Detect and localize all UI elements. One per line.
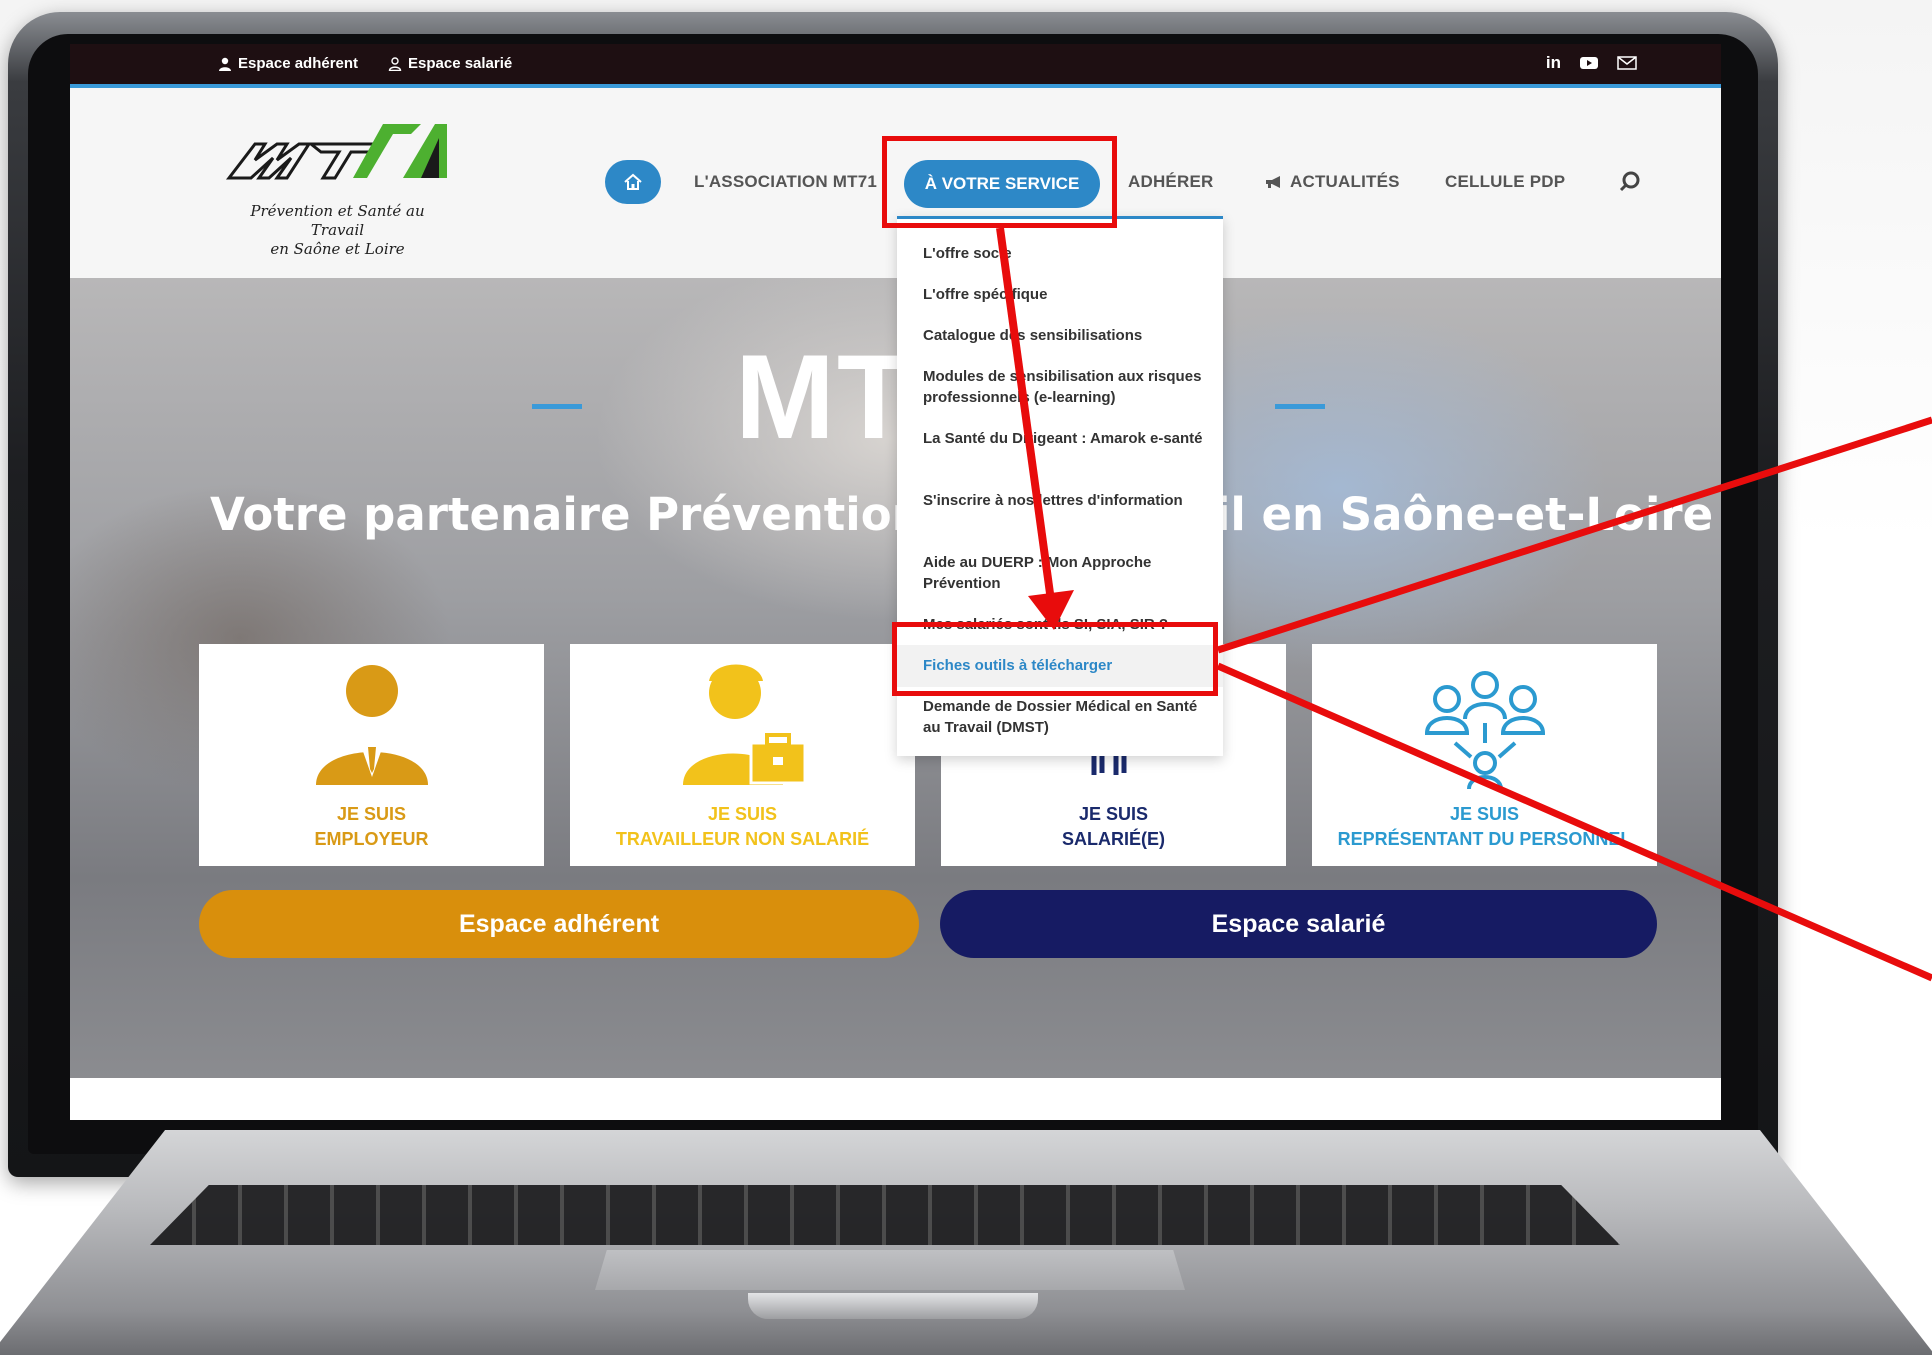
user-outline-icon — [388, 56, 402, 71]
dropdown-item-dmst[interactable]: Demande de Dossier Médical en Santé au T… — [923, 696, 1213, 738]
site-header: Prévention et Santé au Travail en Saône … — [70, 88, 1721, 278]
mt71-logo-mark — [225, 124, 447, 180]
card-representant[interactable]: JE SUIS REPRÉSENTANT DU PERSONNEL — [1312, 644, 1657, 866]
employer-icon — [302, 659, 442, 794]
card-line2: REPRÉSENTANT DU PERSONNEL — [1337, 829, 1632, 849]
nav-actualites[interactable]: ACTUALITÉS — [1264, 172, 1400, 192]
card-line2: EMPLOYEUR — [314, 829, 429, 849]
search-icon — [1619, 171, 1640, 192]
top-utility-bar: Espace adhérent Espace salarié in — [70, 44, 1721, 84]
espace-salarie-link[interactable]: Espace salarié — [388, 55, 512, 72]
card-travailleur-non-salarie[interactable]: JE SUIS TRAVAILLEUR NON SALARIÉ — [570, 644, 915, 866]
self-employed-icon — [673, 659, 813, 794]
card-salarie-title: JE SUIS SALARIÉ(E) — [941, 802, 1286, 852]
page-bottom-strip — [70, 1078, 1721, 1120]
laptop-notch — [748, 1293, 1038, 1319]
card-employeur[interactable]: JE SUIS EMPLOYEUR — [199, 644, 544, 866]
card-representant-title: JE SUIS REPRÉSENTANT DU PERSONNEL — [1312, 802, 1657, 852]
dropdown-item-lettres[interactable]: S'inscrire à nos lettres d'information — [923, 490, 1213, 511]
user-icon — [219, 57, 231, 71]
dropdown-item-offre-socle[interactable]: L'offre socle — [923, 243, 1213, 264]
card-line1: JE SUIS — [1449, 804, 1520, 824]
card-tns-title: JE SUIS TRAVAILLEUR NON SALARIÉ — [570, 802, 915, 852]
youtube-icon[interactable] — [1579, 56, 1599, 70]
dropdown-item-catalogue[interactable]: Catalogue des sensibilisations — [923, 325, 1213, 346]
card-line1: JE SUIS — [707, 804, 778, 824]
dropdown-item-fiches-outils[interactable]: Fiches outils à télécharger — [923, 655, 1213, 676]
hero-decor-dash-right — [1275, 404, 1325, 409]
laptop-mockup: Espace adhérent Espace salarié in Préven… — [0, 0, 1932, 1355]
card-employeur-title: JE SUIS EMPLOYEUR — [199, 802, 544, 852]
espace-adherent-link[interactable]: Espace adhérent — [218, 55, 358, 72]
nav-association[interactable]: L'ASSOCIATION MT71 — [694, 172, 877, 192]
hero-title: MT — [735, 330, 913, 464]
dropdown-item-sante-dirigeant[interactable]: La Santé du Dirigeant : Amarok e-santé — [923, 428, 1213, 449]
hero-subtitle-right: il en Saône-et-Loire — [1215, 488, 1714, 541]
logo-tagline: Prévention et Santé au Travail en Saône … — [225, 202, 450, 259]
tagline-line1: Prévention et Santé au Travail — [250, 202, 425, 239]
card-line2: TRAVAILLEUR NON SALARIÉ — [615, 829, 870, 849]
nav-cellule-pdp[interactable]: CELLULE PDP — [1445, 172, 1565, 192]
espace-adherent-button[interactable]: Espace adhérent — [199, 890, 919, 958]
mail-icon[interactable] — [1617, 56, 1637, 70]
hero-decor-dash-left — [532, 404, 582, 409]
social-icons: in — [1546, 53, 1637, 73]
linkedin-icon[interactable]: in — [1546, 53, 1561, 73]
nav-search-button[interactable] — [1612, 164, 1648, 200]
laptop-trackpad — [595, 1250, 1185, 1290]
nav-actualites-label: ACTUALITÉS — [1290, 172, 1400, 191]
dropdown-item-modules[interactable]: Modules de sensibilisation aux risques p… — [923, 366, 1213, 408]
site-logo[interactable]: Prévention et Santé au Travail en Saône … — [225, 120, 450, 258]
espace-salarie-label: Espace salarié — [408, 55, 513, 72]
espace-adherent-label: Espace adhérent — [238, 55, 359, 72]
home-icon — [624, 173, 642, 190]
espace-salarie-button[interactable]: Espace salarié — [940, 890, 1657, 958]
card-line1: JE SUIS — [1078, 804, 1149, 824]
tagline-line2: en Saône et Loire — [270, 240, 405, 258]
dropdown-item-offre-specifique[interactable]: L'offre spécifique — [923, 284, 1213, 305]
dropdown-item-salaries-si[interactable]: Mes salariés sont-ils SI, SIA, SIR ? — [923, 614, 1213, 635]
laptop-keyboard — [150, 1185, 1620, 1245]
megaphone-icon — [1266, 176, 1280, 188]
nav-votre-service[interactable]: À VOTRE SERVICE — [904, 160, 1100, 208]
hero-section: MT Votre partenaire Prévention & S il en… — [70, 278, 1721, 1078]
card-line1: JE SUIS — [336, 804, 407, 824]
representative-icon — [1415, 659, 1555, 794]
website-screen: Espace adhérent Espace salarié in Préven… — [70, 44, 1721, 1120]
dropdown-item-duerp[interactable]: Aide au DUERP : Mon Approche Prévention — [923, 552, 1213, 594]
nav-adherer[interactable]: ADHÉRER — [1128, 172, 1213, 192]
card-line2: SALARIÉ(E) — [1062, 829, 1165, 849]
nav-home-button[interactable] — [605, 160, 661, 204]
service-dropdown-menu: L'offre socle L'offre spécifique Catalog… — [897, 216, 1223, 756]
